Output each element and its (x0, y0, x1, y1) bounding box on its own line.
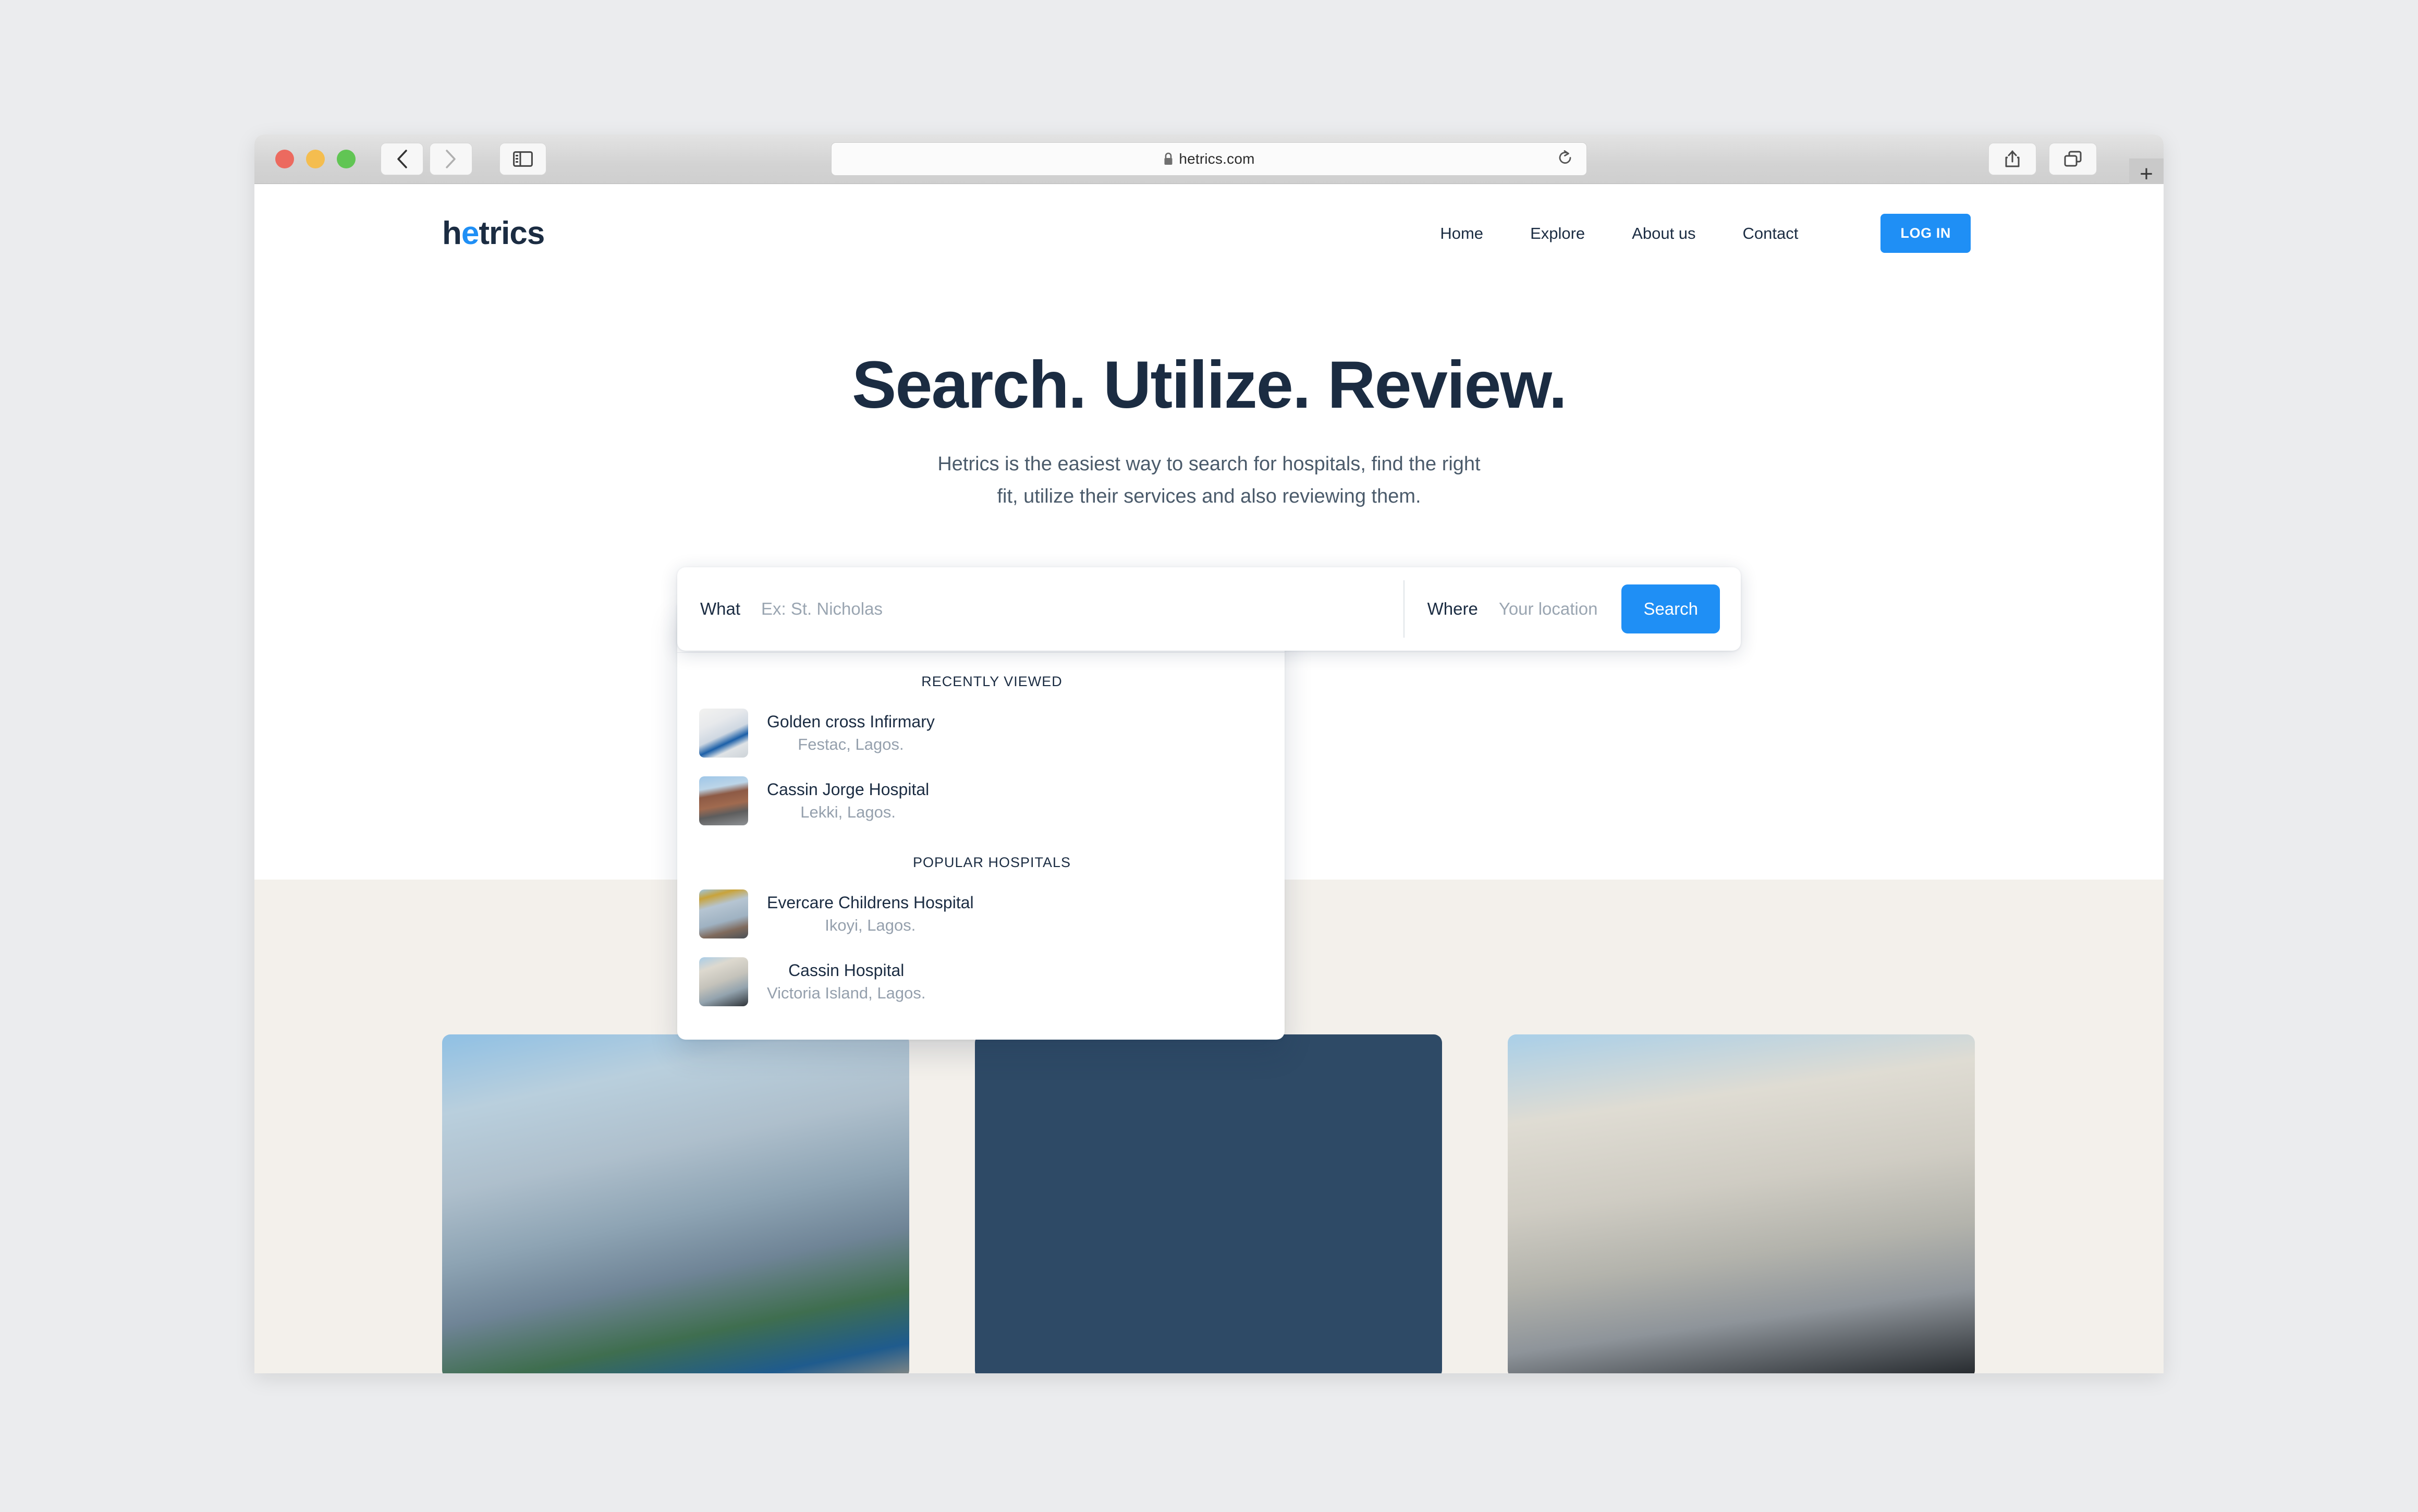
logo-accent-letter: e (461, 215, 479, 251)
hospital-location: Ikoyi, Lagos. (825, 916, 916, 935)
hospital-card-image (1508, 1034, 1975, 1373)
search-button[interactable]: Search (1621, 584, 1720, 634)
hospital-location: Lekki, Lagos. (800, 803, 896, 822)
window-controls (275, 150, 356, 168)
hospital-thumbnail (699, 889, 748, 939)
what-label: What (700, 599, 741, 619)
page-title: Search. Utilize. Review. (851, 348, 1567, 422)
tab-overview-button[interactable] (2049, 143, 2097, 175)
main-navigation: Home Explore About us Contact LOG IN (1440, 214, 1971, 253)
where-field[interactable]: Where Your location (1405, 599, 1598, 619)
forward-button[interactable] (430, 143, 472, 175)
hospital-card[interactable]: Lagoon Medical Centre 95 (975, 1034, 1442, 1373)
list-item-text: Cassin Hospital Victoria Island, Lagos. (767, 959, 925, 1005)
location-input[interactable]: Your location (1499, 599, 1598, 619)
list-item[interactable]: Evercare Childrens Hospital Ikoyi, Lagos… (677, 880, 1285, 948)
back-button[interactable] (381, 143, 423, 175)
search-input[interactable]: Ex: St. Nicholas (761, 599, 883, 619)
hospital-card[interactable]: Lagoon Medical Centre 95 (442, 1034, 909, 1373)
hospital-thumbnail (699, 776, 748, 826)
hospital-name: Evercare Childrens Hospital (767, 893, 974, 912)
hospital-thumbnail (699, 957, 748, 1007)
hospital-name: Golden cross Infirmary (767, 712, 935, 731)
share-icon (2005, 150, 2020, 167)
navigation-buttons (381, 143, 472, 175)
hero-subtitle: Hetrics is the easiest way to search for… (254, 448, 2164, 513)
minimize-window-button[interactable] (306, 150, 325, 168)
sidebar-toggle-button[interactable] (499, 143, 546, 175)
hero-subtitle-line-1: Hetrics is the easiest way to search for… (937, 453, 1481, 475)
address-bar-url: hetrics.com (1179, 151, 1255, 167)
search-bar: What Ex: St. Nicholas Where Your locatio… (677, 567, 1741, 651)
reload-button[interactable] (1557, 150, 1573, 169)
hospital-name: Cassin Hospital (788, 961, 905, 980)
nav-link-about-us[interactable]: About us (1632, 224, 1695, 243)
list-item[interactable]: Cassin Hospital Victoria Island, Lagos. (677, 948, 1285, 1016)
hospital-card-image (975, 1034, 1442, 1373)
lock-icon (1163, 152, 1174, 166)
maximize-window-button[interactable] (337, 150, 356, 168)
search-area: RECENTLY VIEWED Golden cross Infirmary F… (677, 567, 1741, 1040)
hospital-card-image (442, 1034, 909, 1373)
sidebar-toggle-icon (513, 151, 533, 167)
close-window-button[interactable] (275, 150, 294, 168)
hospital-thumbnail (699, 709, 748, 758)
recently-viewed-heading: RECENTLY VIEWED (921, 674, 1063, 690)
browser-titlebar: hetrics.com + (254, 135, 2164, 190)
site-header: hetrics Home Explore About us Contact LO… (254, 184, 2164, 283)
chevron-right-icon (446, 150, 456, 168)
hospital-name: Cassin Jorge Hospital (767, 780, 930, 799)
hospital-card[interactable]: Lagoon Medical Centre 95 (1508, 1034, 1975, 1373)
site-logo[interactable]: hetrics (442, 215, 545, 252)
list-item[interactable]: Cassin Jorge Hospital Lekki, Lagos. (677, 767, 1285, 835)
list-item-text: Evercare Childrens Hospital Ikoyi, Lagos… (767, 891, 974, 937)
logo-part-1: h (442, 215, 462, 251)
list-item-text: Cassin Jorge Hospital Lekki, Lagos. (767, 778, 929, 824)
login-button[interactable]: LOG IN (1880, 214, 1971, 253)
browser-window: hetrics.com + hetrics Home Explore About… (254, 135, 2164, 1373)
nav-link-home[interactable]: Home (1440, 224, 1483, 243)
toolbar-right-buttons (1988, 143, 2097, 175)
address-bar[interactable]: hetrics.com (831, 142, 1587, 176)
what-field[interactable]: What Ex: St. Nicholas (677, 567, 1403, 651)
hospital-location: Victoria Island, Lagos. (767, 984, 926, 1003)
share-button[interactable] (1988, 143, 2036, 175)
popular-hospitals-heading: POPULAR HOSPITALS (912, 855, 1071, 871)
hero-section: Search. Utilize. Review. Hetrics is the … (254, 283, 2164, 1040)
nav-link-contact[interactable]: Contact (1743, 224, 1799, 243)
logo-part-2: trics (479, 215, 545, 251)
dropdown-divider (677, 652, 1285, 653)
search-suggestions-dropdown: RECENTLY VIEWED Golden cross Infirmary F… (677, 604, 1285, 1040)
hospital-location: Festac, Lagos. (798, 735, 904, 754)
where-label: Where (1427, 599, 1478, 619)
list-item[interactable]: Golden cross Infirmary Festac, Lagos. (677, 699, 1285, 767)
nav-link-explore[interactable]: Explore (1530, 224, 1585, 243)
list-item-text: Golden cross Infirmary Festac, Lagos. (767, 710, 935, 756)
hero-subtitle-line-2: fit, utilize their services and also rev… (997, 485, 1421, 508)
tab-overview-icon (2064, 151, 2082, 167)
reload-icon (1559, 150, 1571, 164)
chevron-left-icon (397, 150, 407, 168)
webpage-content: hetrics Home Explore About us Contact LO… (254, 184, 2164, 1373)
